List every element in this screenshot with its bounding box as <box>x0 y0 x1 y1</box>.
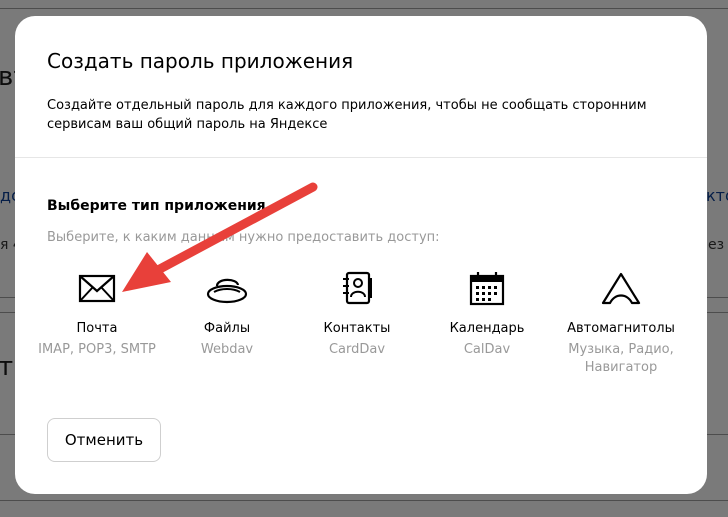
app-name: Файлы <box>203 321 251 336</box>
app-option-contacts[interactable]: Контакты CardDav <box>282 270 432 359</box>
app-protocols: CalDav <box>463 342 511 357</box>
app-protocols: IMAP, POP3, SMTP <box>38 342 156 357</box>
app-type-list: Почта IMAP, POP3, SMTP Файлы Webdav Конт… <box>15 270 707 390</box>
app-protocols: CardDav <box>328 342 386 357</box>
app-option-car-stereo[interactable]: Автомагнитолы Музыка, Радио, Навигатор <box>546 270 696 377</box>
app-option-calendar[interactable]: Календарь CalDav <box>412 270 562 359</box>
app-name: Календарь <box>449 321 525 336</box>
app-option-mail[interactable]: Почта IMAP, POP3, SMTP <box>22 270 172 359</box>
section-title: Выберите тип приложения <box>47 198 266 214</box>
contacts-icon <box>343 271 372 305</box>
mail-icon <box>78 274 116 303</box>
app-option-files[interactable]: Файлы Webdav <box>152 270 302 359</box>
cancel-button[interactable]: Отменить <box>47 418 161 462</box>
app-protocols: Webdav <box>200 342 254 357</box>
app-password-dialog: Создать пароль приложения Создайте отдел… <box>15 16 707 494</box>
app-name: Контакты <box>323 321 391 336</box>
app-protocols: Музыка, Радио, Навигатор <box>568 342 674 375</box>
navigator-icon <box>601 272 641 305</box>
dialog-description: Создайте отдельный пароль для каждого пр… <box>47 98 647 132</box>
app-name: Автомагнитолы <box>567 321 675 336</box>
calendar-icon <box>469 272 505 306</box>
section-hint: Выберите, к каким данным нужно предостав… <box>47 230 440 245</box>
dialog-title: Создать пароль приложения <box>47 49 354 73</box>
app-name: Почта <box>76 321 118 336</box>
dialog-divider <box>15 157 707 158</box>
disk-icon <box>206 278 248 304</box>
